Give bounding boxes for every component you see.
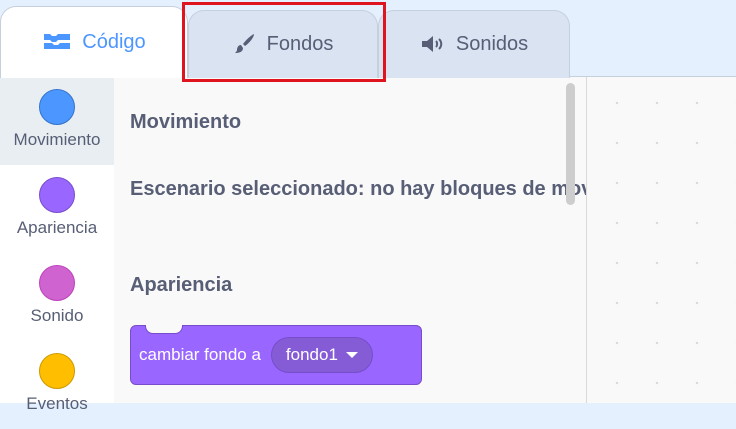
script-workspace[interactable]: [587, 77, 736, 403]
tab-backdrops[interactable]: Fondos: [188, 10, 378, 78]
category-sound-label: Sonido: [30, 306, 84, 325]
sound-color-dot: [39, 265, 75, 301]
palette-scrollbar[interactable]: [566, 83, 575, 205]
category-menu: Movimiento Apariencia Sonido Eventos: [0, 77, 115, 413]
motion-color-dot: [39, 89, 75, 125]
backdrop-dropdown[interactable]: fondo1: [270, 337, 373, 373]
motion-heading: Movimiento: [130, 111, 242, 133]
events-color-dot: [39, 353, 75, 389]
category-looks[interactable]: Apariencia: [0, 165, 114, 253]
code-editor: Movimiento Apariencia Sonido Eventos Mov…: [0, 76, 736, 413]
category-motion-label: Movimiento: [13, 130, 101, 149]
category-events-label: Eventos: [26, 394, 88, 413]
backdrop-dropdown-value: fondo1: [285, 345, 338, 364]
category-looks-label: Apariencia: [16, 218, 98, 237]
code-blocks-icon: [42, 31, 72, 53]
looks-color-dot: [39, 177, 75, 213]
tab-code-label: Código: [82, 31, 146, 53]
paintbrush-icon: [233, 33, 257, 55]
tab-backdrops-label: Fondos: [266, 33, 334, 55]
block-palette: Movimiento Escenario seleccionado: no ha…: [114, 77, 587, 403]
tab-sounds-label: Sonidos: [455, 33, 529, 55]
block-label: cambiar fondo a: [139, 345, 261, 364]
caret-down-icon: [345, 352, 358, 358]
tab-sounds[interactable]: Sonidos: [378, 10, 570, 78]
tab-code[interactable]: Código: [0, 6, 188, 78]
category-events[interactable]: Eventos: [0, 341, 114, 429]
stage-no-motion-note: Escenario seleccionado: no hay bloques d…: [130, 178, 586, 200]
speaker-icon: [420, 33, 446, 55]
switch-backdrop-block[interactable]: cambiar fondo a fondo1: [130, 325, 422, 385]
editor-tab-bar: Código Fondos Sonidos: [0, 0, 736, 82]
looks-heading: Apariencia: [130, 274, 233, 296]
category-motion[interactable]: Movimiento: [0, 77, 114, 165]
category-sound[interactable]: Sonido: [0, 253, 114, 341]
